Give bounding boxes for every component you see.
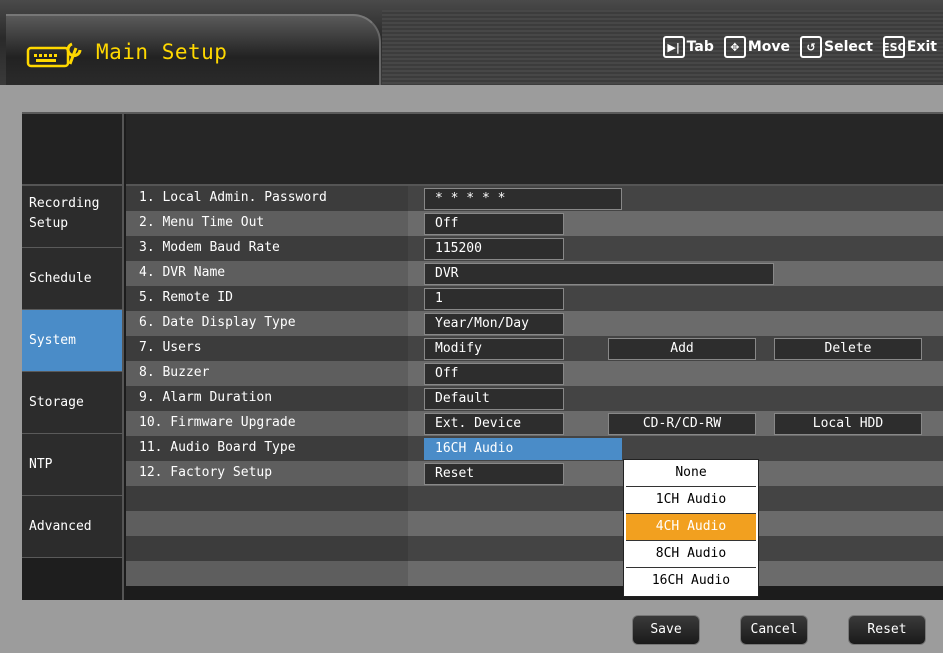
sidebar-item-system[interactable]: System [22,310,124,372]
cancel-button[interactable]: Cancel [740,615,808,645]
setting-label: 11. Audio Board Type [139,440,296,455]
hint-label: Move [747,39,791,55]
table-row: 12. Factory Setup Reset [126,461,943,486]
setting-value-field[interactable]: DVR [424,263,774,285]
table-row: 9. Alarm Duration Default [126,386,943,411]
table-row [126,486,943,511]
sidebar-item-storage[interactable]: Storage [22,372,124,434]
setting-value-field[interactable]: Ext. Device [424,413,564,435]
settings-panel: Recording Setup Schedule System Storage NTP A… [22,112,943,610]
hint-label: Tab [686,39,714,55]
setting-value-field[interactable]: Modify [424,338,564,360]
table-row: 11. Audio Board Type 16CH Audio [126,436,943,461]
setting-value-field[interactable]: * * * * * [424,188,622,210]
delete-button[interactable]: Delete [774,338,922,360]
setting-label: 1. Local Admin. Password [139,190,327,205]
wrench-keyboard-icon [26,42,82,68]
settings-list: 1. Local Admin. Password * * * * * 2. Menu… [126,186,943,586]
table-row [126,536,943,561]
setting-label: 4. DVR Name [139,265,226,280]
enter-icon: ↺ [800,36,823,58]
hint-select: ↺ Select [800,36,873,58]
dropdown-option[interactable]: 8CH Audio [626,541,756,568]
sidebar-item-ntp[interactable]: NTP [22,434,124,496]
setting-value-field[interactable]: 1 [424,288,564,310]
local-hdd-button[interactable]: Local HDD [774,413,922,435]
key-hints: ▶| Tab ✥ Move ↺ Select ESC Exit [659,36,937,58]
dropdown-option[interactable]: None [626,460,756,487]
table-row: 7. Users Modify Add Delete [126,336,943,361]
setting-label: 12. Factory Setup [139,465,273,480]
sidebar-item-recording[interactable]: Recording Setup [22,186,124,248]
table-row: 2. Menu Time Out Off [126,211,943,236]
sidebar-header [22,114,124,186]
dropdown-option[interactable]: 4CH Audio [626,514,756,541]
sidebar-item-schedule[interactable]: Schedule [22,248,124,310]
page-title: Main Setup [96,40,228,64]
content-header [126,114,943,186]
sidebar-item-advanced[interactable]: Advanced [22,496,124,558]
setting-label: 8. Buzzer [139,365,210,380]
hint-exit: ESC Exit [882,36,937,58]
add-button[interactable]: Add [608,338,756,360]
setting-label: 2. Menu Time Out [139,215,265,230]
move-arrows-icon: ✥ [723,36,746,58]
cd-r-cd-rw-button[interactable]: CD-R/CD-RW [608,413,756,435]
setting-value-field[interactable]: Year/Mon/Day [424,313,564,335]
setting-label: 9. Alarm Duration [139,390,273,405]
setting-label: 10. Firmware Upgrade [139,415,296,430]
audio-board-dropdown[interactable]: None 1CH Audio 4CH Audio 8CH Audio 16CH Audi… [623,459,759,597]
dropdown-option[interactable]: 1CH Audio [626,487,756,514]
table-row: 5. Remote ID 1 [126,286,943,311]
setting-value-field[interactable]: Reset [424,463,564,485]
setting-label: 5. Remote ID [139,290,233,305]
save-button[interactable]: Save [632,615,700,645]
hint-label: Exit [906,39,937,55]
table-row [126,561,943,586]
esc-icon: ESC [882,36,906,58]
setting-value-field[interactable]: Off [424,213,564,235]
hint-tab: ▶| Tab [662,36,714,58]
table-row: 3. Modem Baud Rate 115200 [126,236,943,261]
dropdown-option[interactable]: 16CH Audio [626,568,756,595]
play-next-icon: ▶| [662,36,685,58]
sidebar: Recording Setup Schedule System Storage NTP A… [22,186,124,610]
header-bar: Main Setup ▶| Tab ✥ Move ↺ Select ESC Exit [0,0,943,85]
setting-value-field[interactable]: Default [424,388,564,410]
table-row: 4. DVR Name DVR [126,261,943,286]
hint-label: Select [824,39,873,55]
table-row: 6. Date Display Type Year/Mon/Day [126,311,943,336]
setting-label: 6. Date Display Type [139,315,296,330]
reset-button[interactable]: Reset [848,615,926,645]
table-row: 8. Buzzer Off [126,361,943,386]
table-row: 1. Local Admin. Password * * * * * [126,186,943,211]
table-row [126,511,943,536]
footer-bar: Save Cancel Reset [0,600,943,653]
hint-move: ✥ Move [723,36,791,58]
setting-label: 3. Modem Baud Rate [139,240,280,255]
setting-value-field[interactable]: Off [424,363,564,385]
table-row: 10. Firmware Upgrade Ext. Device CD-R/CD-R… [126,411,943,436]
setting-value-field[interactable]: 115200 [424,238,564,260]
setting-label: 7. Users [139,340,202,355]
setting-value-field[interactable]: 16CH Audio [424,438,622,460]
